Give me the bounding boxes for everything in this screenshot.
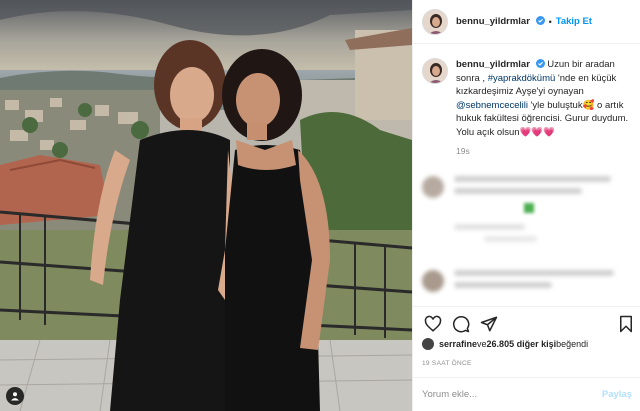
comment-bubble-icon (453, 315, 470, 332)
separator-dot: • (548, 16, 552, 27)
comment-avatar[interactable] (422, 176, 444, 198)
avatar-image (423, 59, 447, 83)
blurred-emoji (524, 203, 534, 213)
smiling-face-hearts-emoji: 🥰 (582, 99, 595, 111)
liker-username[interactable]: serrafine (439, 339, 477, 349)
verified-badge-icon (535, 16, 545, 25)
comment-button[interactable] (450, 313, 472, 335)
caption-text: bennu_yildrmlar Uzun bir aradan sonra , … (456, 58, 632, 159)
comment-avatar[interactable] (422, 270, 444, 292)
caption-part: 'yle buluştuk (527, 99, 583, 111)
like-button[interactable] (422, 313, 444, 335)
likes-suffix-text: beğendi (556, 339, 589, 349)
liker-avatar[interactable] (422, 338, 434, 350)
heart-icon (424, 315, 442, 332)
follow-button[interactable]: Takip Et (556, 16, 592, 27)
username-text: bennu_yildrmlar (456, 16, 530, 27)
comment-item (422, 176, 632, 248)
photo-scene (0, 0, 412, 411)
avatar-image (423, 9, 447, 34)
comment-text-blurred (454, 176, 632, 248)
bookmark-icon (620, 315, 632, 332)
comment-text-blurred (454, 270, 632, 294)
comment-item (422, 270, 632, 294)
verified-badge-icon (535, 59, 545, 68)
post-timestamp: 19 SAAT ÖNCE (422, 360, 472, 367)
share-button[interactable] (478, 313, 500, 335)
likes-middle-text: ve (477, 339, 487, 349)
comment-form: Paylaş (413, 377, 640, 411)
username-link[interactable]: bennu_yildrmlar (456, 16, 545, 27)
comment-input[interactable] (422, 389, 602, 400)
mention-link[interactable]: @sebnemcecelili (456, 100, 528, 111)
post-photo[interactable] (0, 0, 412, 411)
caption: bennu_yildrmlar Uzun bir aradan sonra , … (413, 58, 640, 159)
action-bar (413, 306, 640, 340)
caption-avatar[interactable] (422, 58, 448, 84)
user-tag-icon (11, 392, 19, 401)
post-header: bennu_yildrmlar • Takip Et (413, 0, 640, 44)
caption-timestamp: 19s (456, 146, 470, 156)
likes-count[interactable]: 26.805 diğer kişi (487, 339, 557, 349)
post-side-panel: bennu_yildrmlar • Takip Et bennu_yildrml… (412, 0, 640, 411)
hashtag-link[interactable]: #yaprakdökümü (488, 73, 556, 84)
user-tag-button[interactable] (6, 387, 24, 405)
likes-summary: serrafine ve 26.805 diğer kişi beğendi (422, 338, 588, 350)
avatar[interactable] (422, 8, 448, 35)
paper-plane-icon (480, 316, 498, 331)
save-button[interactable] (615, 313, 637, 335)
caption-username[interactable]: bennu_yildrmlar (456, 59, 530, 70)
heart-emoji: 💗💗💗 (519, 126, 556, 138)
post-comment-button[interactable]: Paylaş (602, 389, 632, 400)
